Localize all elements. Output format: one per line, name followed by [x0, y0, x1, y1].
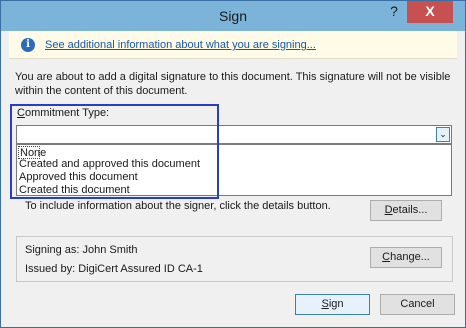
- change-button-accesskey: C: [382, 251, 391, 263]
- info-bar: i See additional information about what …: [9, 31, 457, 59]
- issued-by-label: Issued by:: [25, 263, 76, 275]
- issued-by-value: DigiCert Assured ID CA-1: [78, 263, 203, 275]
- sign-button-accesskey: S: [321, 298, 329, 310]
- dropdown-option-approved[interactable]: Approved this document: [18, 171, 138, 184]
- signing-as-row: Signing as: John Smith: [25, 244, 138, 256]
- commitment-type-select[interactable]: ⌄: [16, 125, 452, 144]
- signing-as-value: John Smith: [82, 244, 138, 256]
- title-bar: Sign ? X: [1, 1, 465, 31]
- sign-button-label: ign: [328, 298, 344, 310]
- additional-info-link[interactable]: See additional information about what yo…: [45, 39, 316, 51]
- close-button[interactable]: X: [407, 1, 453, 23]
- signing-as-label: Signing as:: [25, 244, 80, 256]
- commitment-type-label: Commitment Type:: [17, 107, 109, 119]
- chevron-down-icon[interactable]: ⌄: [436, 127, 450, 142]
- change-button[interactable]: Change...: [370, 247, 442, 268]
- signature-description: You are about to add a digital signature…: [15, 71, 451, 97]
- dropdown-option-created-and-approved[interactable]: Created and approved this document: [18, 158, 200, 171]
- commitment-type-label-accesskey: C: [17, 107, 25, 119]
- info-icon: i: [21, 38, 35, 52]
- help-button[interactable]: ?: [381, 1, 407, 23]
- details-button-label: etails...: [392, 204, 428, 216]
- details-instruction: To include information about the signer,…: [25, 200, 331, 212]
- details-button-accesskey: D: [384, 204, 393, 216]
- details-button[interactable]: Details...: [370, 200, 442, 221]
- sign-dialog: Sign ? X i See additional information ab…: [0, 0, 466, 328]
- commitment-type-dropdown-list: None Created and approved this document …: [16, 144, 452, 196]
- change-button-label: hange...: [390, 251, 430, 263]
- sign-button[interactable]: Sign: [295, 294, 370, 315]
- commitment-type-label-text: ommitment Type:: [24, 107, 110, 119]
- dropdown-option-created[interactable]: Created this document: [18, 184, 130, 197]
- issued-by-row: Issued by: DigiCert Assured ID CA-1: [25, 263, 203, 275]
- cancel-button[interactable]: Cancel: [380, 294, 455, 315]
